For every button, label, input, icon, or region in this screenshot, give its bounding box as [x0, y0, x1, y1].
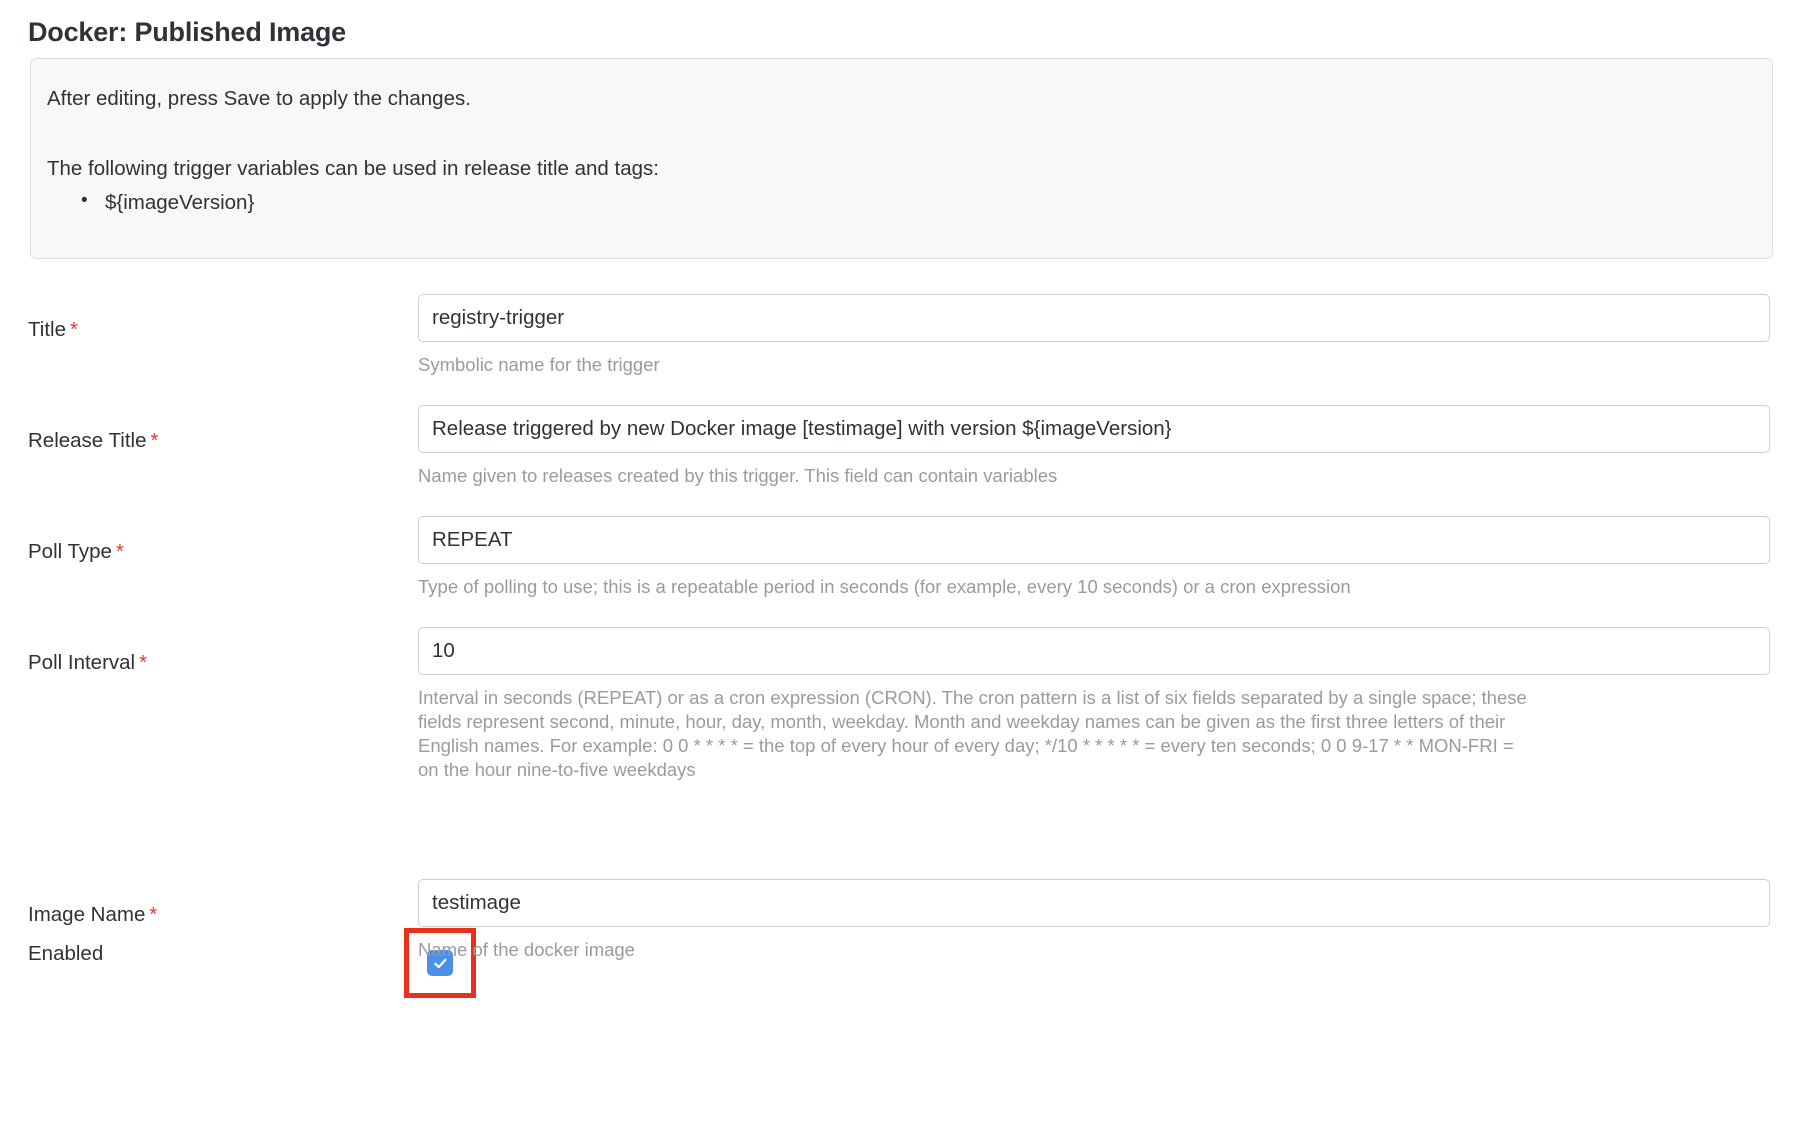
release-title-input[interactable] [418, 405, 1770, 453]
poll-type-help-text: Type of polling to use; this is a repeat… [418, 576, 1351, 597]
label-release-title-text: Release Title [28, 429, 147, 452]
label-image-name: Image Name * [28, 903, 157, 927]
required-asterisk: * [150, 430, 159, 452]
required-asterisk: * [69, 319, 78, 341]
image-name-input[interactable] [418, 879, 1770, 927]
label-poll-type-text: Poll Type [28, 540, 112, 563]
info-line-save-hint: After editing, press Save to apply the c… [47, 87, 471, 110]
label-enabled-text: Enabled [28, 942, 104, 965]
label-title-text: Title [28, 318, 66, 341]
release-title-help-text: Name given to releases created by this t… [418, 465, 1058, 486]
trigger-variable-list: ${imageVersion} [47, 187, 1752, 219]
page-title: Docker: Published Image [28, 17, 346, 47]
required-asterisk: * [149, 904, 158, 926]
control-poll-interval: Interval in seconds (REPEAT) or as a cro… [418, 627, 1770, 781]
poll-interval-input[interactable] [418, 627, 1770, 675]
info-panel: After editing, press Save to apply the c… [30, 58, 1773, 259]
docker-published-image-form: Docker: Published Image After editing, p… [0, 0, 1804, 1130]
label-title: Title * [28, 318, 78, 342]
control-release-title: Name given to releases created by this t… [418, 405, 1770, 488]
title-input[interactable] [418, 294, 1770, 342]
list-item: ${imageVersion} [81, 187, 1752, 219]
control-title: Symbolic name for the trigger [418, 294, 1770, 377]
title-help-text: Symbolic name for the trigger [418, 354, 660, 375]
label-image-name-text: Image Name [28, 903, 146, 926]
control-image-name: Name of the docker image [418, 879, 1770, 962]
label-enabled: Enabled [28, 942, 103, 966]
required-asterisk: * [139, 652, 147, 674]
required-asterisk: * [115, 541, 124, 563]
label-poll-type: Poll Type * [28, 540, 124, 564]
label-poll-interval: Poll Interval * [28, 651, 147, 675]
control-poll-type: Type of polling to use; this is a repeat… [418, 516, 1770, 599]
label-release-title: Release Title * [28, 429, 158, 453]
poll-type-input[interactable] [418, 516, 1770, 564]
label-poll-interval-text: Poll Interval [28, 651, 136, 674]
poll-interval-help-text: Interval in seconds (REPEAT) or as a cro… [418, 687, 1527, 780]
image-name-help-text: Name of the docker image [418, 939, 635, 960]
info-line-variables-hint: The following trigger variables can be u… [47, 156, 659, 180]
